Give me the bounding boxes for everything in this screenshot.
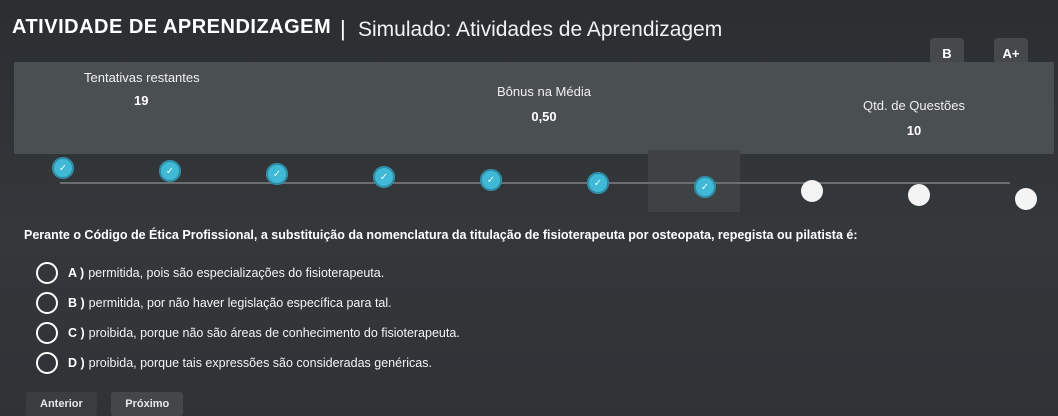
question-step-8[interactable] [801,180,823,202]
option-letter: C ) [68,326,85,340]
progress-line [60,182,1010,184]
title-separator: | [340,16,346,41]
option-text: proibida, porque não são áreas de conhec… [88,326,460,340]
question-navigation: Anterior Próximo [26,392,193,416]
question-text: Perante o Código de Ética Profissional, … [24,228,858,242]
option-text: proibida, porque tais expressões são con… [88,356,432,370]
activity-brand: ATIVIDADE DE APRENDIZAGEM [12,16,332,38]
option-b[interactable]: B ) permitida, por não haver legislação … [36,288,936,318]
question-step-9[interactable] [908,184,930,206]
questions-stat: Qtd. de Questões 10 [844,98,984,138]
radio-a[interactable] [36,262,58,284]
question-step-1[interactable]: ✓ [52,157,74,179]
question-progress: ✓ ✓ ✓ ✓ ✓ ✓ ✓ [40,150,1040,212]
bonus-stat: Bônus na Média 0,50 [484,84,604,124]
questions-label: Qtd. de Questões [863,98,965,113]
previous-button[interactable]: Anterior [26,392,97,416]
option-letter: A ) [68,266,85,280]
option-c[interactable]: C ) proibida, porque não são áreas de co… [36,318,936,348]
current-question-highlight [648,150,740,212]
option-d[interactable]: D ) proibida, porque tais expressões são… [36,348,936,378]
option-a[interactable]: A ) permitida, pois são especializações … [36,258,936,288]
attempts-label: Tentativas restantes [84,70,200,85]
bonus-value: 0,50 [531,109,557,124]
stats-panel: Tentativas restantes 19 Bônus na Média 0… [14,62,1054,154]
answer-options: A ) permitida, pois são especializações … [36,258,936,378]
option-text: permitida, pois são especializações do f… [88,266,385,280]
attempts-stat: Tentativas restantes 19 [84,70,224,108]
radio-c[interactable] [36,322,58,344]
option-letter: B ) [68,296,85,310]
question-step-6[interactable]: ✓ [587,172,609,194]
question-step-5[interactable]: ✓ [480,169,502,191]
question-step-4[interactable]: ✓ [373,166,395,188]
option-text: permitida, por não haver legislação espe… [88,296,392,310]
questions-value: 10 [906,123,922,138]
title-bar: ATIVIDADE DE APRENDIZAGEM | Simulado: At… [12,10,1052,50]
question-step-10[interactable] [1015,188,1037,210]
radio-d[interactable] [36,352,58,374]
radio-b[interactable] [36,292,58,314]
attempts-value: 19 [134,93,149,108]
question-step-2[interactable]: ✓ [159,160,181,182]
bonus-label: Bônus na Média [497,84,591,99]
question-step-3[interactable]: ✓ [266,163,288,185]
question-step-7[interactable]: ✓ [694,176,716,198]
page-title: Simulado: Atividades de Aprendizagem [358,18,723,41]
next-button[interactable]: Próximo [111,392,184,416]
option-letter: D ) [68,356,85,370]
